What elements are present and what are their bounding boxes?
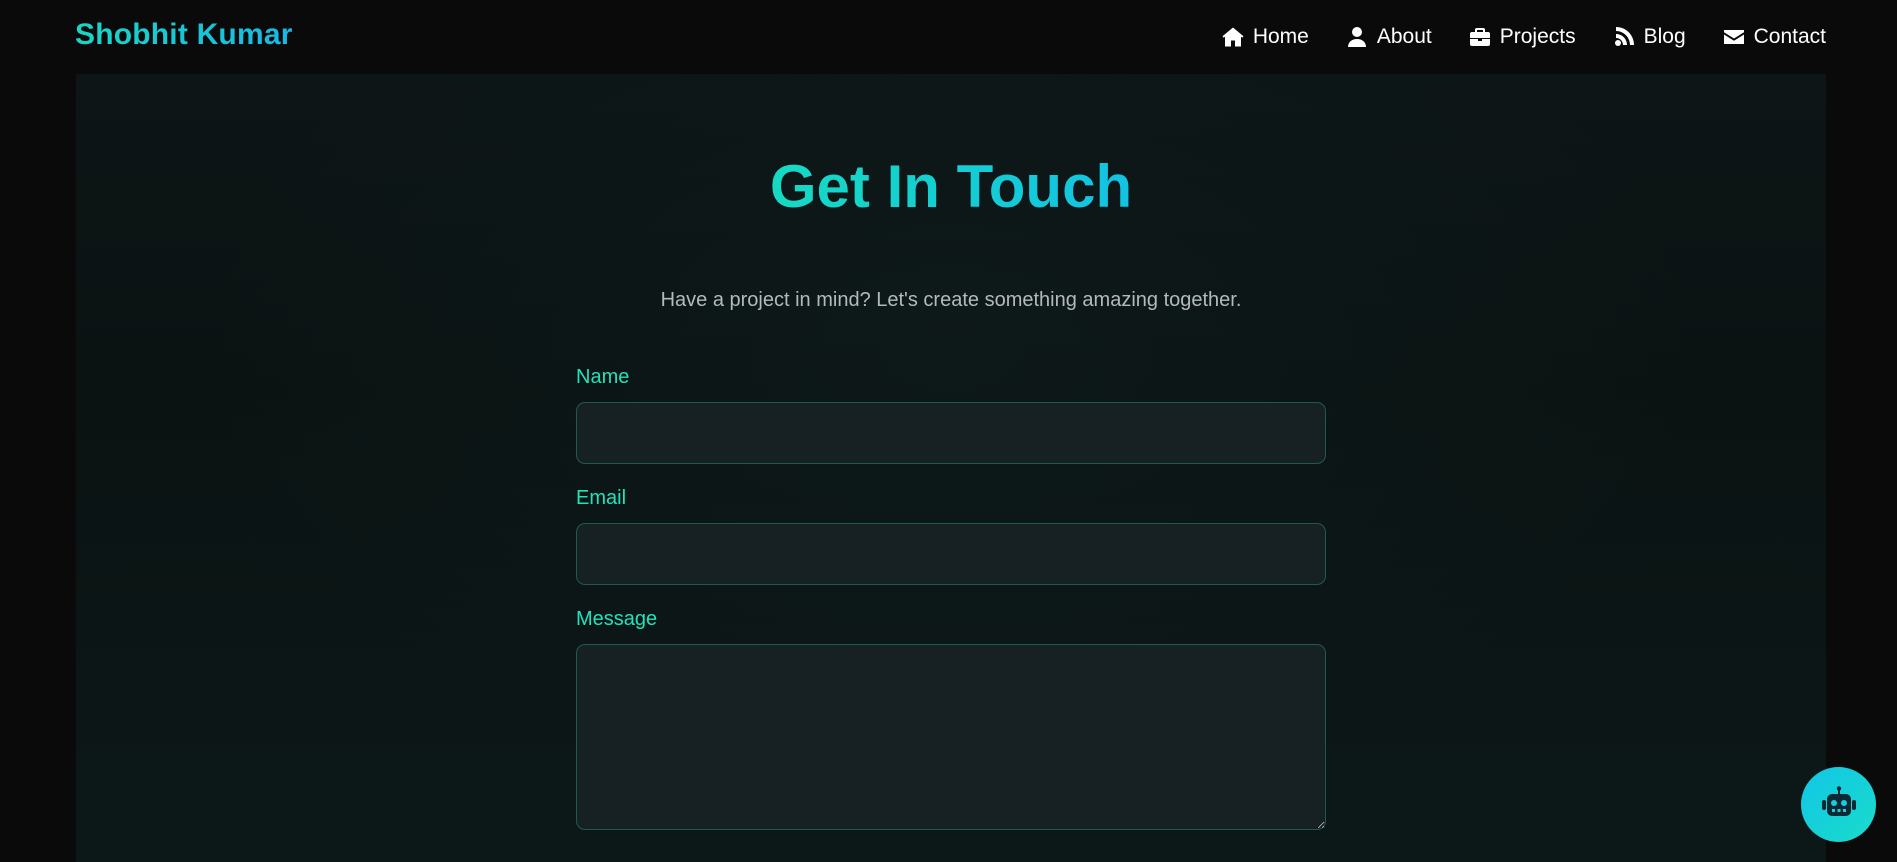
page-subtitle: Have a project in mind? Let's create som… [660,289,1242,311]
page-title-text: Get In Touch [769,153,1133,220]
brand-logo[interactable]: Shobhit Kumar [75,18,293,52]
nav-item-contact[interactable]: Contact [1722,22,1826,52]
message-label: Message [576,608,658,630]
email-label: Email [576,487,627,509]
envelope-icon [1722,25,1746,49]
nav-label-blog: Blog [1643,25,1686,48]
nav-label-home: Home [1252,25,1309,48]
chatbot-button[interactable] [1801,767,1876,842]
main-nav: Home About Projects Blog Contact [1221,22,1826,52]
rss-icon [1612,25,1636,49]
nav-label-about: About [1376,25,1432,48]
contact-form: Name Email Message [576,366,1326,853]
briefcase-icon [1468,25,1492,49]
home-icon [1221,25,1245,49]
robot-icon [1819,785,1859,825]
nav-label-contact: Contact [1753,25,1826,48]
nav-item-projects[interactable]: Projects [1468,22,1576,52]
name-label: Name [576,366,630,388]
message-group: Message [576,608,1326,830]
nav-item-about[interactable]: About [1345,22,1432,52]
email-group: Email [576,487,1326,585]
name-input[interactable] [576,402,1326,464]
name-group: Name [576,366,1326,464]
user-icon [1345,25,1369,49]
contact-section: Get In Touch Have a project in mind? Let… [76,74,1826,862]
message-textarea[interactable] [576,644,1326,830]
nav-label-projects: Projects [1499,25,1576,48]
page-title: Get In Touch [76,152,1826,221]
navbar: Shobhit Kumar Home About Projects Blog C… [0,0,1897,74]
nav-item-blog[interactable]: Blog [1612,22,1686,52]
email-input[interactable] [576,523,1326,585]
nav-item-home[interactable]: Home [1221,22,1309,52]
